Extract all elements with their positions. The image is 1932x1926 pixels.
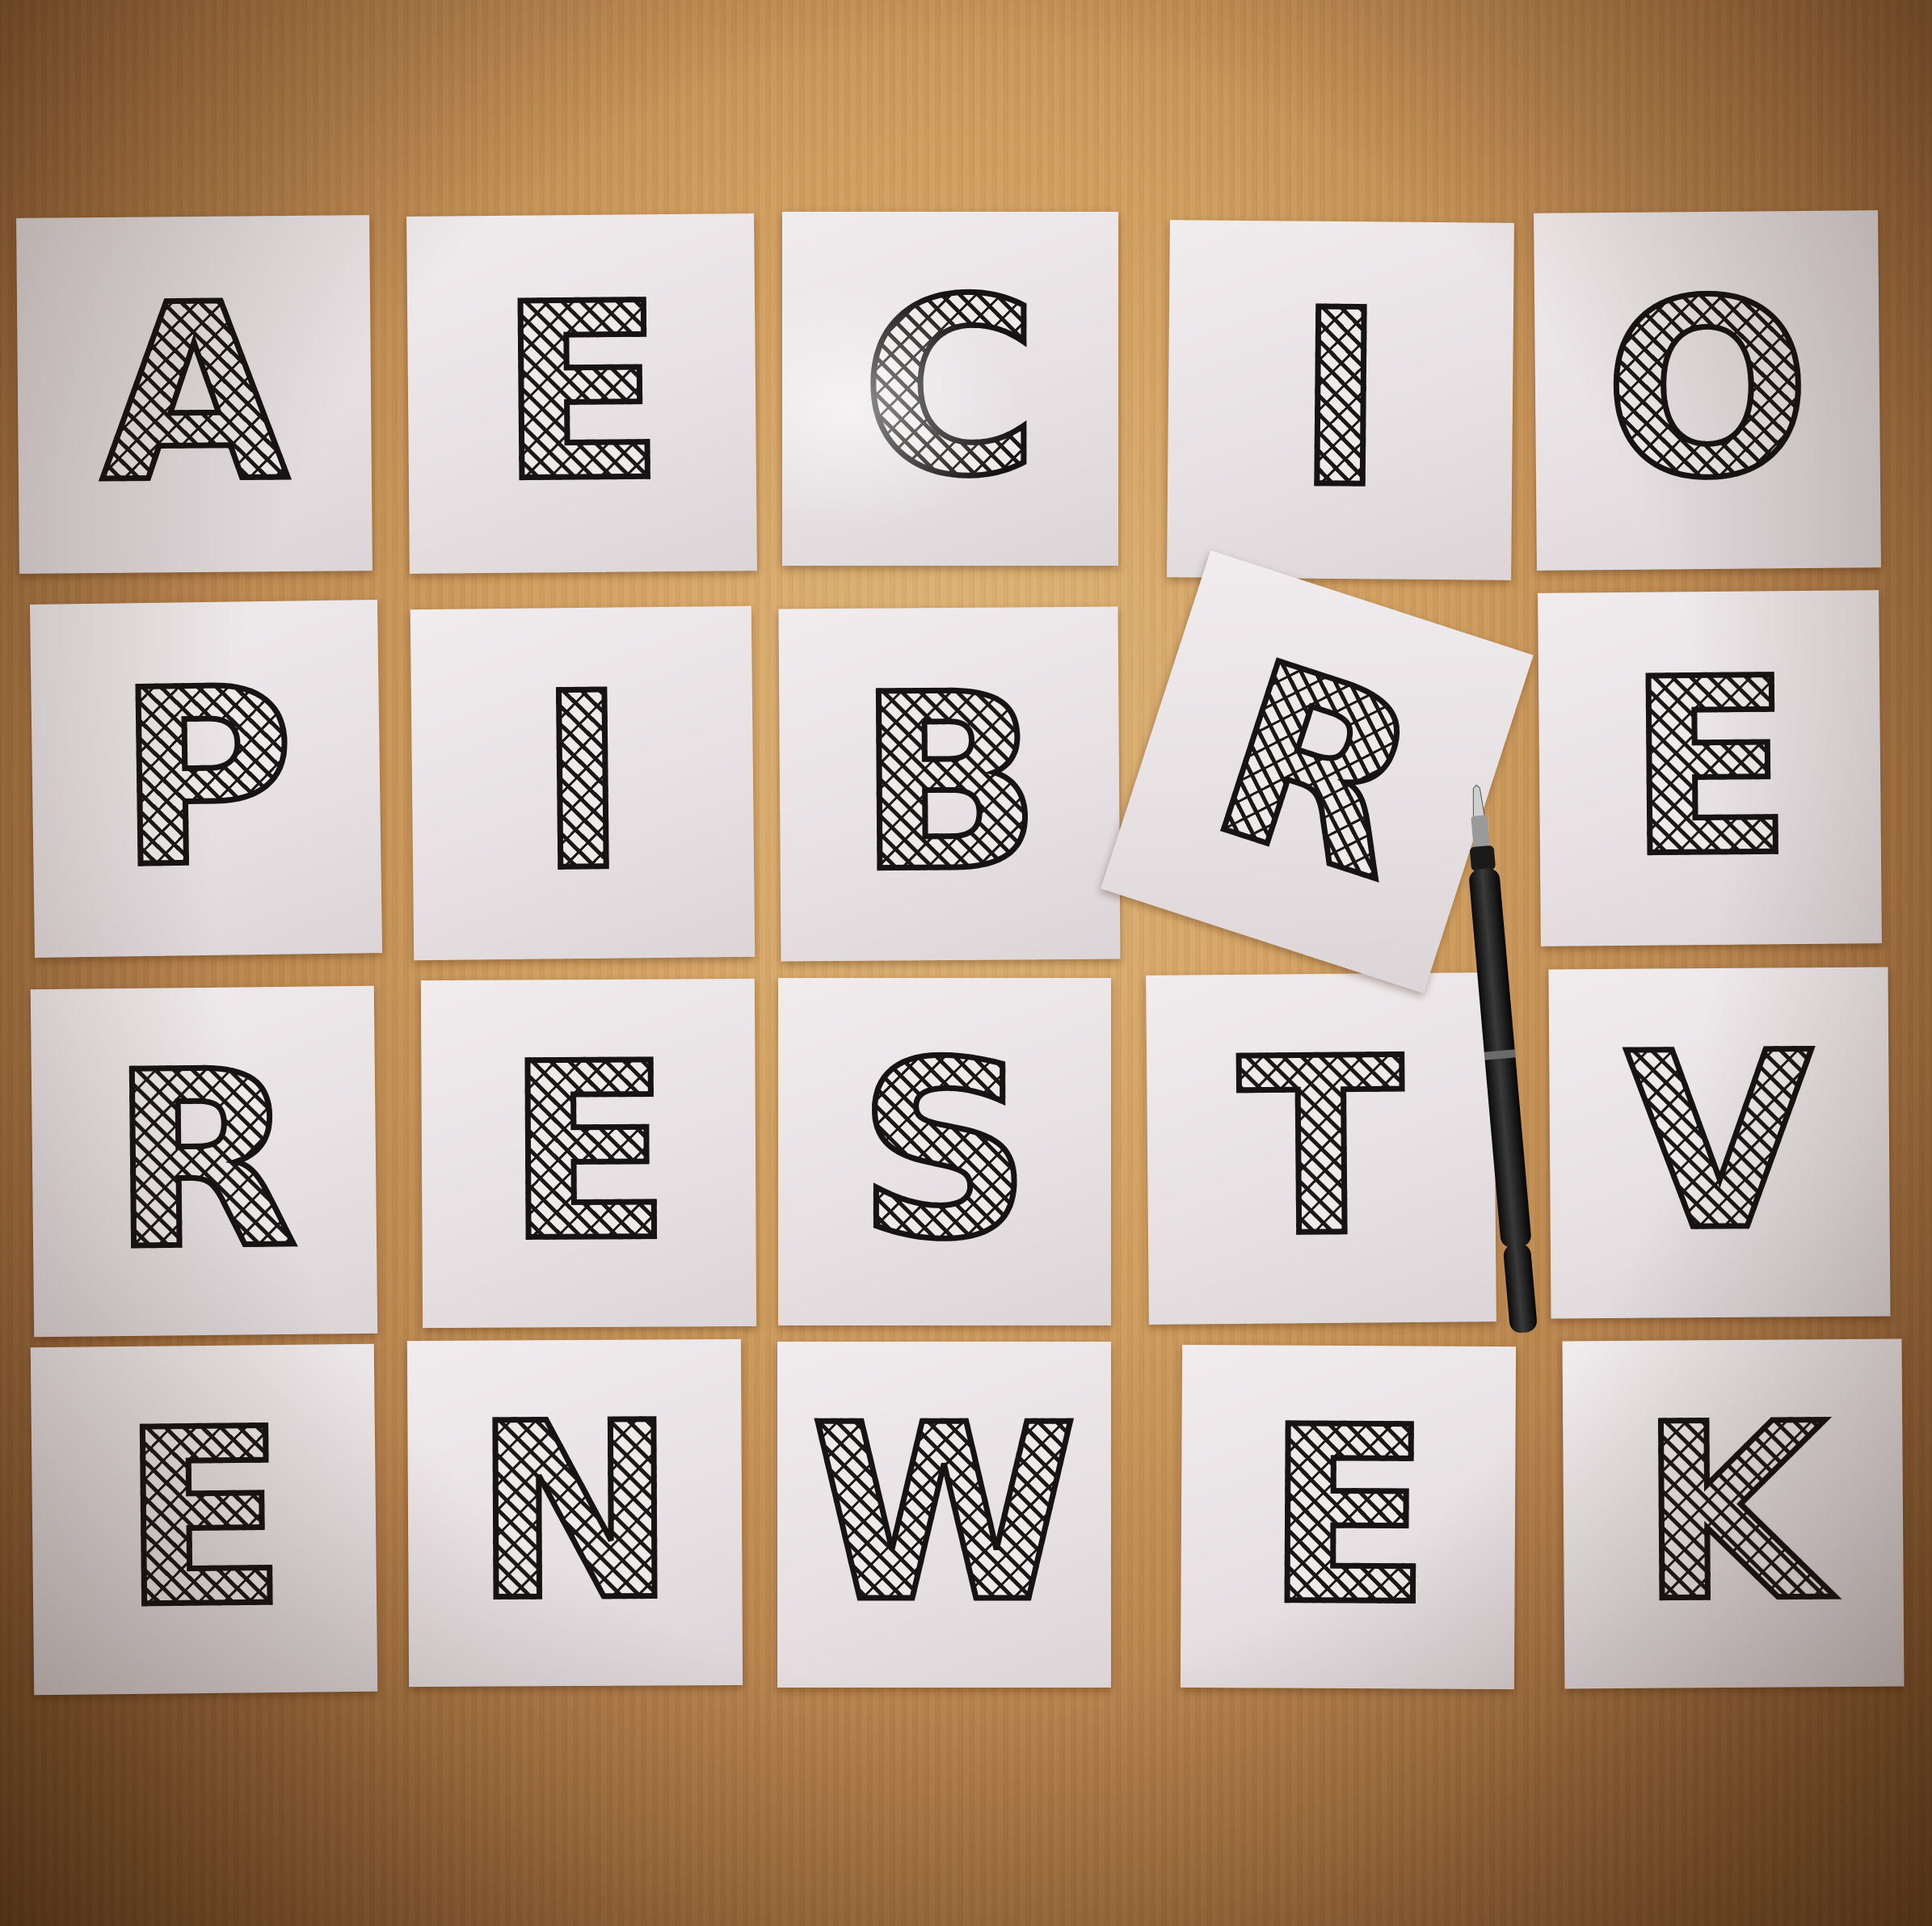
card-letter: E (495, 249, 669, 538)
letter-card-c: C (782, 212, 1118, 566)
card-letter: W (808, 1373, 1081, 1655)
letter-card-s: S (778, 978, 1111, 1325)
card-letter: P (112, 633, 300, 923)
letter-card-e-5: E (1180, 1344, 1517, 1690)
card-letter: C (858, 247, 1042, 529)
letter-card-v: V (1548, 967, 1891, 1319)
card-letter: B (853, 639, 1046, 929)
card-letter: S (854, 1010, 1034, 1292)
pen (1469, 784, 1537, 1334)
card-letter: I (1291, 255, 1390, 544)
letter-card-b: B (778, 606, 1121, 962)
card-letter: R (1182, 605, 1453, 937)
letter-card-a: A (16, 215, 373, 574)
letter-card-e: E (406, 213, 757, 574)
card-letter: I (533, 638, 632, 927)
card-letter: T (1235, 1004, 1408, 1293)
card-letter: A (96, 249, 292, 538)
card-letter: E (503, 1009, 676, 1297)
card-letter: E (1262, 1372, 1435, 1661)
card-letter: K (1635, 1369, 1831, 1658)
letter-card-i-2: I (410, 605, 756, 961)
card-letter: N (470, 1368, 680, 1657)
card-letter: V (1622, 998, 1817, 1288)
card-letter: R (107, 1016, 302, 1305)
letter-card-t: T (1146, 972, 1496, 1325)
letter-card-i: I (1167, 220, 1514, 580)
letter-card-o: O (1534, 210, 1881, 571)
letter-card-e-2: E (1538, 590, 1882, 946)
card-letter: O (1600, 245, 1814, 534)
letter-card-e-4: E (30, 1343, 378, 1696)
letter-card-r: R (30, 985, 378, 1338)
letter-card-e-3: E (420, 978, 757, 1329)
letter-card-n: N (406, 1338, 743, 1688)
letter-card-k: K (1562, 1338, 1905, 1689)
letter-card-w: W (777, 1342, 1111, 1688)
card-letter: E (117, 1374, 292, 1663)
card-letter: E (1623, 623, 1797, 912)
letter-card-p: P (29, 600, 383, 958)
